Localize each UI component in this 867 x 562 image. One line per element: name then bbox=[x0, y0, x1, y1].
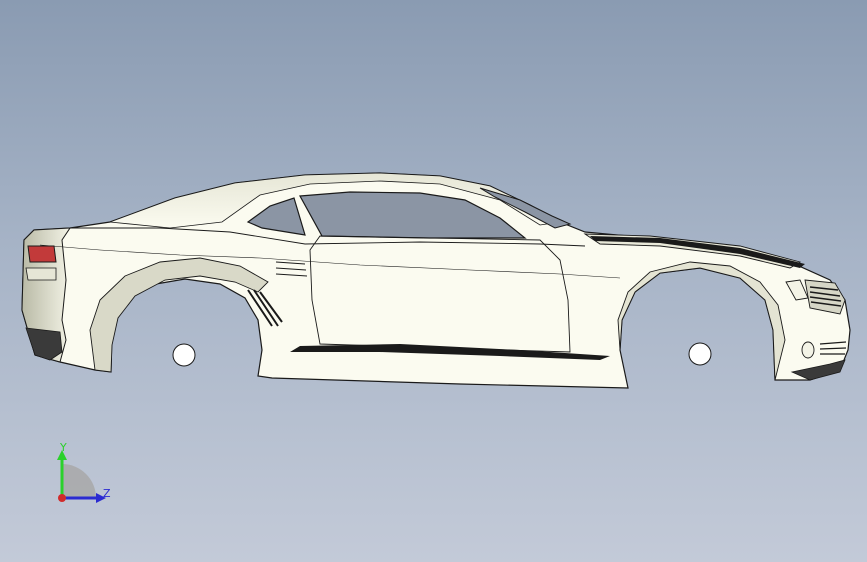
tail-light-lower bbox=[25, 267, 57, 281]
triad-quarter-disc bbox=[62, 464, 96, 498]
triad-graphic bbox=[57, 450, 106, 503]
z-axis-label: Z bbox=[103, 487, 111, 500]
fog-light bbox=[801, 341, 815, 359]
x-axis-dot-icon bbox=[58, 494, 66, 502]
graphics-viewport[interactable]: Y Z bbox=[0, 0, 867, 562]
tail-light bbox=[27, 245, 57, 263]
car-body-model[interactable] bbox=[0, 0, 867, 562]
y-axis-label: Y bbox=[60, 441, 67, 454]
front-wheel-hub bbox=[688, 342, 712, 366]
orientation-triad: Y Z bbox=[40, 440, 130, 520]
rear-diffuser bbox=[25, 327, 63, 361]
rear-wheel-hub bbox=[172, 343, 196, 367]
